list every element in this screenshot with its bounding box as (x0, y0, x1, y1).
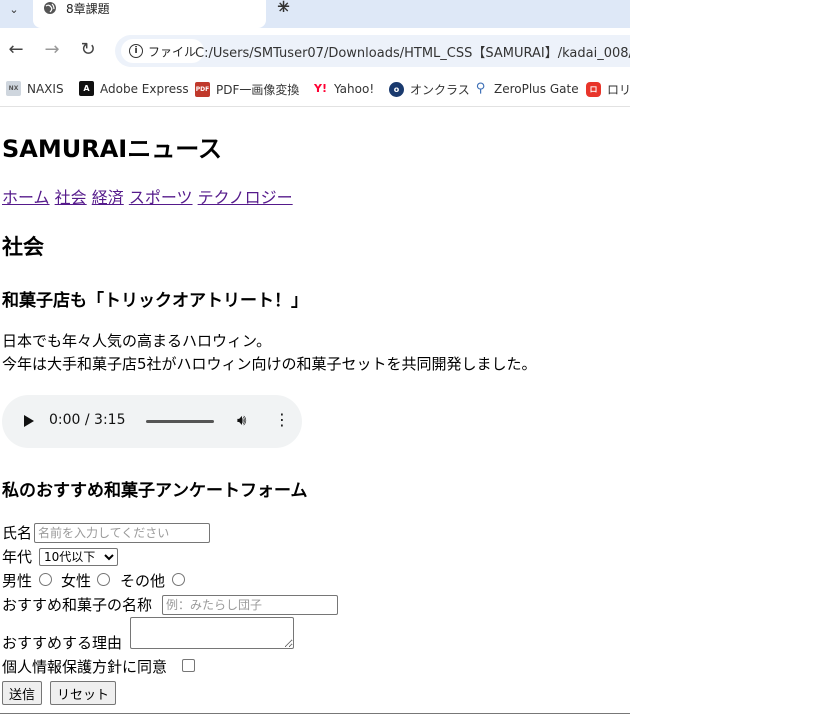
audio-time: 0:00 / 3:15 (49, 412, 126, 428)
tab-strip: ⌄ 8章課題 × + (0, 0, 630, 28)
more-options-icon[interactable]: ⋮ (274, 410, 290, 429)
bookmark-onclass[interactable]: o オンクラス (389, 81, 470, 98)
play-icon[interactable] (24, 415, 34, 427)
back-icon[interactable]: ← (5, 38, 27, 60)
gender-male-label: 男性 (2, 572, 33, 590)
sweet-name-input[interactable] (162, 595, 338, 615)
name-input[interactable] (34, 523, 210, 543)
bookmark-label: NAXIS (27, 81, 64, 96)
section-title: 社会 (2, 235, 44, 259)
audio-progress-bar[interactable] (146, 420, 214, 423)
bookmark-adobe-express[interactable]: A Adobe Express (79, 81, 189, 96)
bookmark-pdf-converter[interactable]: PDF PDF一画像変換 (195, 81, 299, 98)
volume-icon[interactable]: 🔊︎ (237, 411, 246, 429)
bookmarks-bar: NX NAXIS A Adobe Express PDF PDF一画像変換 Y!… (0, 72, 630, 107)
site-info-label: ファイル (148, 44, 197, 59)
gender-female-radio[interactable] (97, 573, 110, 586)
tab-title: 8章課題 (66, 2, 110, 16)
audio-player[interactable]: 0:00 / 3:15 🔊︎ ⋮ (2, 395, 302, 448)
forward-icon[interactable]: → (41, 38, 63, 60)
search-icon: ⚲ (475, 81, 486, 96)
article-title: 和菓子店も「トリックオアトリート！」 (2, 291, 308, 311)
bookmark-label: PDF一画像変換 (216, 83, 300, 97)
bookmark-zeroplus-gate[interactable]: ⚲ ZeroPlus Gate (473, 81, 579, 96)
reason-label: おすすめする理由 (2, 634, 123, 652)
age-label: 年代 (2, 548, 33, 566)
yahoo-icon: Y! (314, 82, 327, 95)
horizontal-scrollbar[interactable] (0, 713, 630, 714)
lolipop-icon: ロ (586, 82, 601, 97)
page-content: SAMURAIニュース ホーム 社会 経済 スポーツ テクノロジー 社会 和菓子… (0, 107, 630, 712)
gender-other-label: その他 (120, 572, 166, 590)
site-title: SAMURAIニュース (2, 135, 223, 163)
name-label: 氏名 (2, 524, 33, 542)
bookmark-lolipop[interactable]: ロ ロリポ (586, 81, 630, 98)
bookmark-label: ZeroPlus Gate (494, 81, 579, 96)
nav-link-society[interactable]: 社会 (55, 188, 87, 207)
submit-button[interactable]: 送信 (2, 681, 43, 705)
bookmark-label: ロリポ (607, 83, 630, 97)
gender-other-radio[interactable] (172, 573, 185, 586)
onclass-icon: o (389, 82, 404, 97)
bookmark-label: オンクラス (410, 83, 470, 97)
address-bar[interactable]: i ファイル C:/Users/SMTuser07/Downloads/HTML… (115, 35, 630, 67)
globe-icon (44, 2, 56, 14)
reset-button[interactable]: リセット (50, 681, 117, 705)
reason-textarea[interactable] (130, 617, 294, 649)
nav-link-technology[interactable]: テクノロジー (198, 188, 293, 207)
bookmark-label: Adobe Express (100, 81, 189, 96)
consent-label: 個人情報保護方針に同意 (2, 658, 168, 676)
nav-link-sports[interactable]: スポーツ (129, 188, 193, 207)
nav-link-home[interactable]: ホーム (2, 188, 50, 207)
browser-toolbar: ← → ↻ i ファイル C:/Users/SMTuser07/Download… (0, 28, 630, 72)
bookmark-yahoo[interactable]: Y! Yahoo! (313, 81, 374, 96)
paragraph-line: 今年は大手和菓子店5社がハロウィン向けの和菓子セットを共同開発しました。 (2, 355, 537, 373)
adobe-express-icon: A (79, 81, 94, 96)
sweet-name-label: おすすめ和菓子の名称 (2, 596, 153, 614)
url-text[interactable]: C:/Users/SMTuser07/Downloads/HTML_CSS【SA… (195, 42, 630, 61)
bookmark-label: Yahoo! (334, 81, 375, 96)
naxis-icon: NX (6, 81, 21, 96)
gender-male-radio[interactable] (39, 573, 52, 586)
new-tab-button[interactable]: + (276, 0, 291, 17)
tab-search-button[interactable]: ⌄ (0, 0, 28, 18)
site-info-chip[interactable]: i ファイル (121, 39, 205, 63)
article-paragraph: 日本でも年々人気の高まるハロウィン。 今年は大手和菓子店5社がハロウィン向けの和… (2, 330, 537, 376)
pdf-icon: PDF (195, 82, 210, 97)
browser-tab[interactable]: 8章課題 × (33, 0, 290, 28)
bookmark-naxis[interactable]: NX NAXIS (6, 81, 64, 96)
reload-icon[interactable]: ↻ (77, 38, 99, 60)
main-nav: ホーム 社会 経済 スポーツ テクノロジー (2, 184, 293, 208)
form-title: 私のおすすめ和菓子アンケートフォーム (2, 481, 308, 501)
gender-female-label: 女性 (61, 572, 92, 590)
nav-link-economy[interactable]: 経済 (92, 188, 124, 207)
paragraph-line: 日本でも年々人気の高まるハロウィン。 (2, 332, 272, 350)
consent-checkbox[interactable] (182, 659, 195, 672)
age-select[interactable]: 10代以下 (39, 548, 118, 566)
info-icon: i (129, 44, 143, 58)
browser-window: ⌄ 8章課題 × + ← → ↻ i ファイル C:/Users/SMTuser… (0, 0, 630, 715)
